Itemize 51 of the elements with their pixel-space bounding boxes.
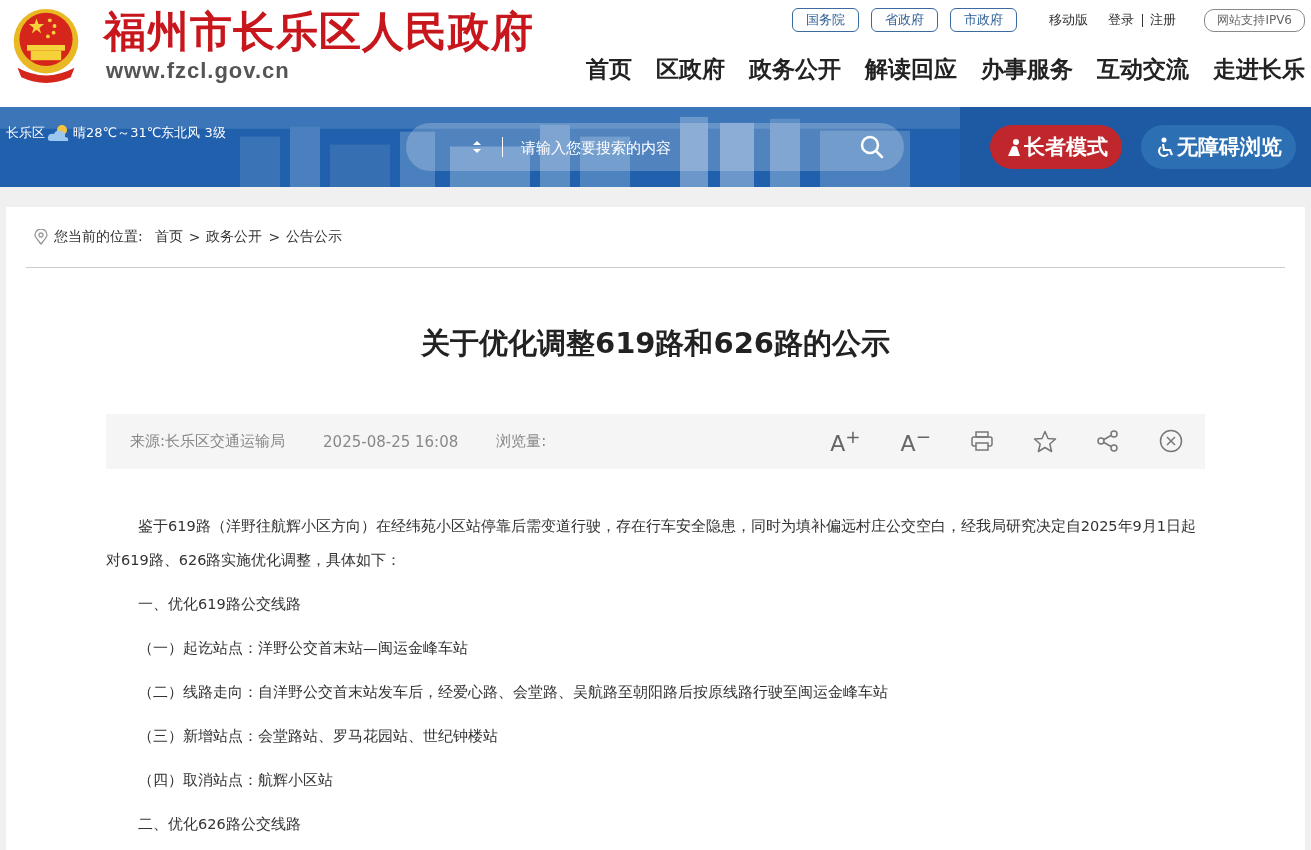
government-link[interactable]: 市政府 (950, 8, 1018, 32)
article-paragraph: （一）起讫站点：洋野公交首末站—闽运金峰车站 (137, 639, 469, 658)
site-title: 福州市长乐区人民政府 (104, 6, 534, 58)
breadcrumb-label: 您当前的位置: (54, 228, 143, 246)
source-text: 来源:长乐区交通运输局 (130, 432, 286, 451)
government-link[interactable]: 省政府 (871, 8, 939, 32)
font-size-button[interactable]: A$^{+}$ (830, 426, 861, 457)
close-icon[interactable] (1159, 429, 1183, 454)
breadcrumb-link[interactable]: 政务公开 (206, 228, 263, 246)
article-paragraph: （二）线路走向：自洋野公交首末站发车后，经爱心路、会堂路、吴航路至朝阳路后按原线路行驶至闽运金峰车站 (137, 683, 889, 702)
top-link[interactable]: 移动版 (1049, 11, 1089, 29)
article-paragraph: 一、优化619路公交线路 (137, 595, 302, 614)
location-pin-icon (34, 229, 48, 245)
elder-person-icon (1006, 138, 1022, 156)
article-title: 关于优化调整619路和626路的公示 (419, 325, 892, 362)
ipv6-badge: 网站支持IPV6 (1204, 8, 1305, 32)
top-link[interactable]: 登录 (1108, 11, 1135, 29)
nav-link[interactable]: 互动交流 (1097, 54, 1189, 85)
search-input[interactable]: 请输入您要搜索的内容 (519, 137, 860, 157)
publish-date: 2025-08-25 16:08 (323, 432, 459, 451)
accessible-browsing-button[interactable]: 无障碍浏览 (1141, 125, 1296, 169)
sort-arrows-icon (472, 140, 482, 154)
breadcrumb-link[interactable]: 公告公示 (286, 228, 343, 246)
breadcrumb-separator: > (188, 229, 201, 245)
nav-link[interactable]: 走进长乐 (1213, 54, 1305, 85)
nav-link[interactable]: 区政府 (656, 54, 725, 85)
elder-mode-button[interactable]: 长者模式 (990, 125, 1122, 169)
government-link[interactable]: 国务院 (792, 8, 860, 32)
site-url: www.fzcl.gov.cn (106, 58, 291, 84)
nav-link[interactable]: 首页 (586, 54, 632, 85)
top-link[interactable]: 注册 (1150, 11, 1177, 29)
search-icon[interactable] (860, 135, 884, 159)
nav-link[interactable]: 政务公开 (749, 54, 841, 85)
breadcrumb-link[interactable]: 首页 (154, 228, 183, 246)
print-icon[interactable] (971, 431, 993, 452)
views-label: 浏览量: (496, 432, 547, 451)
weather-text: 晴28℃～31℃东北风 3级 (73, 124, 226, 142)
location-text: 长乐区 (6, 124, 45, 142)
wheelchair-icon (1157, 137, 1175, 157)
nav-link[interactable]: 解读回应 (865, 54, 957, 85)
article-paragraph: 鉴于619路（洋野往航辉小区方向）在经纬苑小区站停靠后需变道行驶，存在行车安全隐患，同时为填补偏远村庄公交空白，经我局研究决定自2025年9月1日起对619路、626路实施优化调整，具体如下： (106, 517, 1198, 570)
star-icon[interactable] (1033, 430, 1057, 453)
partly-cloudy-icon (47, 123, 71, 143)
share-icon[interactable] (1097, 430, 1119, 453)
font-size-button[interactable]: A$^{−}$ (900, 426, 931, 457)
article-paragraph: 二、优化626路公交线路 (137, 815, 302, 834)
nav-link[interactable]: 办事服务 (981, 54, 1073, 85)
search-field[interactable]: 请输入您要搜索的内容 (406, 123, 904, 171)
article-paragraph: （四）取消站点：航辉小区站 (137, 771, 334, 790)
article-paragraph: （三）新增站点：会堂路站、罗马花园站、世纪钟楼站 (137, 727, 499, 746)
breadcrumb-separator: > (268, 229, 281, 245)
